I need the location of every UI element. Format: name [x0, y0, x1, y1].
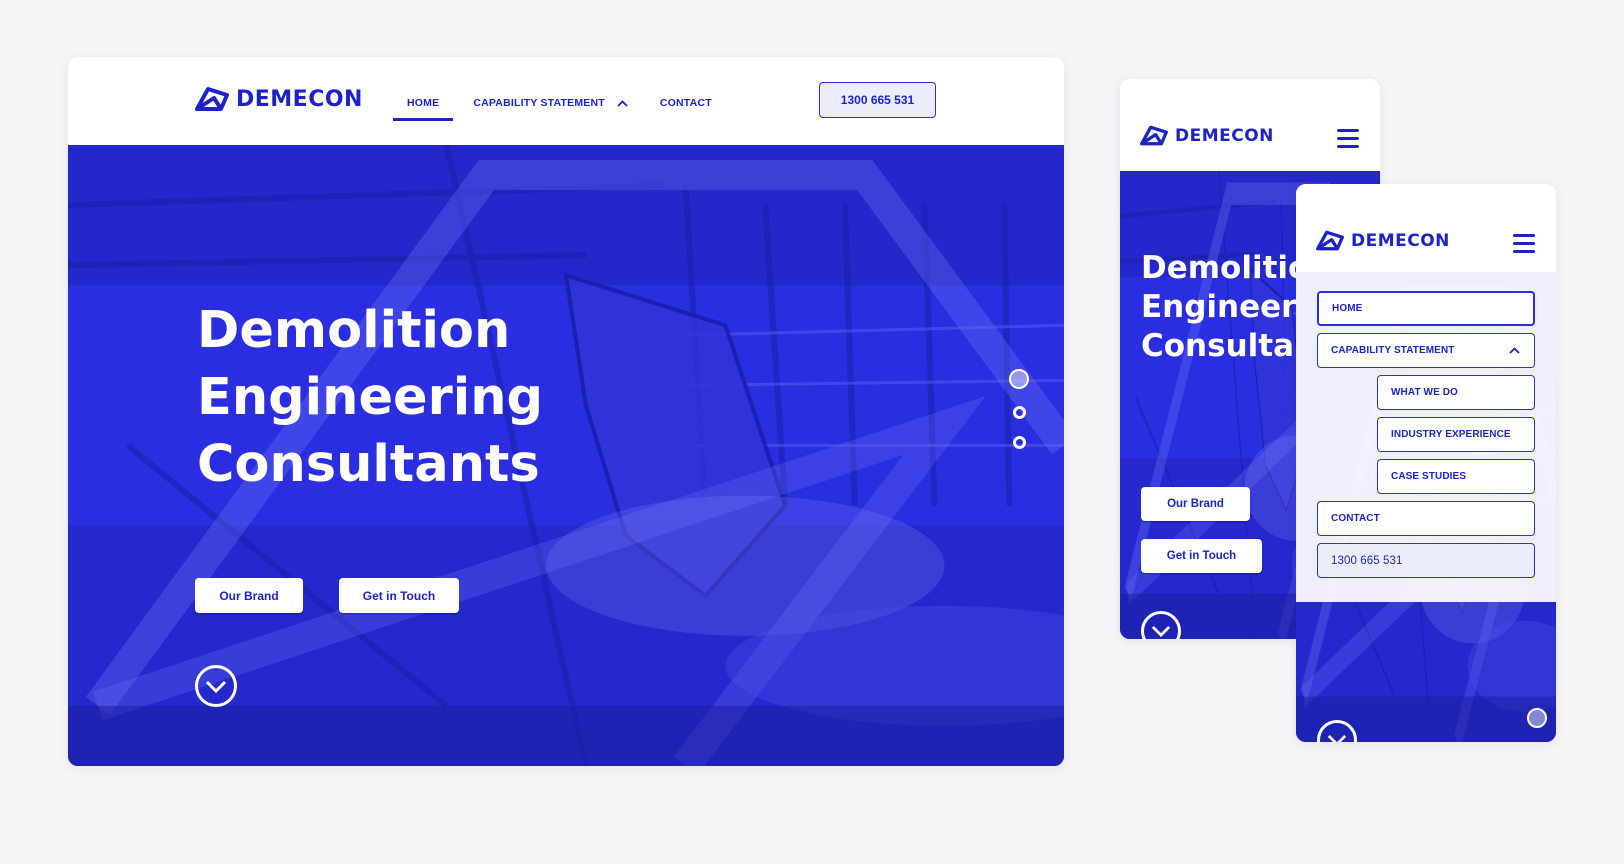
hamburger-icon[interactable] — [1337, 129, 1359, 148]
chevron-down-circle-icon — [1327, 734, 1347, 742]
desktop-view: DEMECON HOME CAPABILITY STATEMENT CONTAC… — [68, 57, 1064, 766]
mobile-header: DEMECON — [1296, 184, 1556, 272]
slider-dot-3[interactable] — [1012, 436, 1026, 449]
hero-title-line2: Engineering — [197, 368, 544, 427]
nav-capability-statement[interactable]: CAPABILITY STATEMENT — [459, 85, 642, 121]
nav-contact-label: CONTACT — [659, 97, 712, 109]
hero-title: Demolition Engineering Consultants — [197, 297, 543, 498]
menu-contact[interactable]: CONTACT — [1317, 501, 1535, 536]
logo-text: DEMECON — [1175, 125, 1274, 146]
slider-dot-2[interactable] — [1012, 406, 1026, 419]
mobile-view-menu-open: DEMECON HOME CAPABILITY STATEMENT WHAT W… — [1296, 184, 1556, 742]
main-nav: HOME CAPABILITY STATEMENT CONTACT — [393, 85, 726, 121]
nav-home-label: HOME — [407, 97, 440, 109]
menu-home[interactable]: HOME — [1317, 291, 1535, 326]
hamburger-icon[interactable] — [1513, 234, 1535, 253]
logo[interactable]: DEMECON — [194, 85, 363, 113]
slider-dot-1[interactable] — [1009, 369, 1029, 389]
get-in-touch-button[interactable]: Get in Touch — [339, 578, 459, 613]
our-brand-button[interactable]: Our Brand — [195, 578, 303, 613]
menu-industry-experience[interactable]: INDUSTRY EXPERIENCE — [1377, 417, 1535, 452]
logo-icon — [194, 85, 230, 113]
logo-text: DEMECON — [1351, 230, 1450, 251]
menu-capability-label: CAPABILITY STATEMENT — [1331, 345, 1455, 356]
phone-button[interactable]: 1300 665 531 — [819, 82, 936, 118]
header: DEMECON HOME CAPABILITY STATEMENT CONTAC… — [68, 57, 1064, 145]
our-brand-button[interactable]: Our Brand — [1141, 487, 1250, 521]
hero: Demolition Engineering Consultants Our B… — [68, 145, 1064, 766]
logo-icon — [1139, 124, 1169, 147]
logo-text: DEMECON — [236, 86, 363, 112]
scroll-down-button[interactable] — [195, 665, 237, 707]
menu-capability-statement[interactable]: CAPABILITY STATEMENT — [1317, 333, 1535, 368]
slider-dots — [1527, 708, 1547, 742]
menu-what-we-do[interactable]: WHAT WE DO — [1377, 375, 1535, 410]
chevron-down-circle-icon — [205, 680, 227, 693]
menu-phone-button[interactable]: 1300 665 531 — [1317, 543, 1535, 578]
slider-dot-1[interactable] — [1527, 708, 1547, 728]
hero-title-line3: Consultants — [197, 435, 540, 494]
logo[interactable]: DEMECON — [1315, 229, 1450, 252]
hero-title-line1: Demolition — [197, 301, 511, 360]
nav-contact[interactable]: CONTACT — [646, 85, 726, 121]
slider-dots — [1009, 369, 1029, 449]
chevron-up-icon — [1509, 347, 1520, 354]
nav-capability-label: CAPABILITY STATEMENT — [473, 97, 605, 109]
nav-home[interactable]: HOME — [393, 85, 454, 121]
logo[interactable]: DEMECON — [1139, 124, 1274, 147]
logo-icon — [1315, 229, 1345, 252]
mobile-header: DEMECON — [1120, 79, 1380, 171]
get-in-touch-button[interactable]: Get in Touch — [1141, 539, 1262, 573]
chevron-down-circle-icon — [1151, 625, 1171, 637]
mobile-menu: HOME CAPABILITY STATEMENT WHAT WE DO IND… — [1296, 272, 1556, 602]
menu-case-studies[interactable]: CASE STUDIES — [1377, 459, 1535, 494]
chevron-up-icon — [617, 99, 628, 107]
